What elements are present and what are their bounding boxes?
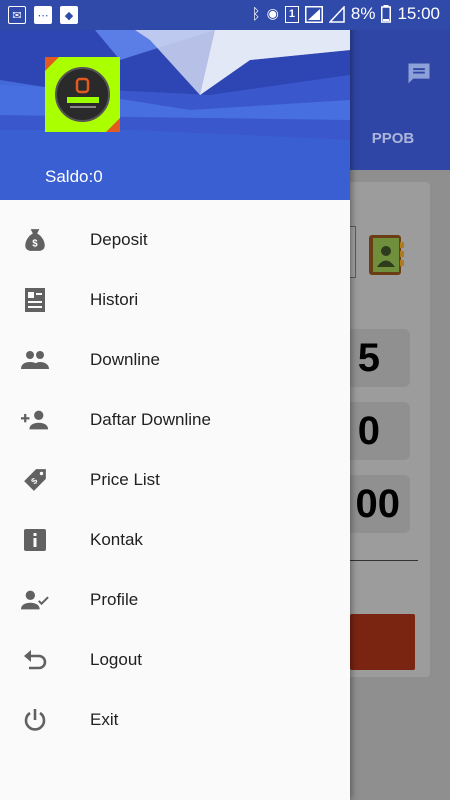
document-icon	[21, 287, 49, 313]
navigation-drawer: Saldo:0 $ Deposit Histori Downline Dafta…	[0, 0, 350, 800]
price-tag-icon: $	[21, 467, 49, 493]
menu-item-kontak[interactable]: Kontak	[0, 510, 350, 570]
menu-label: Kontak	[90, 530, 143, 549]
nominal-option[interactable]: 5	[340, 329, 410, 387]
menu-label: Downline	[90, 350, 160, 369]
menu-label: Profile	[90, 590, 139, 609]
menu-label: Deposit	[90, 230, 148, 249]
menu-item-histori[interactable]: Histori	[0, 270, 350, 330]
battery-level: 8%	[350, 4, 376, 23]
status-bar: ✉ ⋯ ◆ ᛒ ◉ 1 8% 15:00	[0, 0, 450, 30]
battery-icon	[381, 5, 392, 23]
menu-label: Exit	[90, 710, 119, 729]
nominal-option[interactable]: 0	[340, 402, 410, 460]
saldo-balance: Saldo:0	[45, 167, 103, 186]
clock: 15:00	[397, 4, 440, 23]
undo-icon	[21, 647, 49, 673]
drawer-header: Saldo:0	[0, 0, 350, 200]
menu-item-deposit[interactable]: $ Deposit	[0, 210, 350, 270]
divider	[350, 560, 418, 561]
app-bar	[350, 30, 450, 170]
menu-item-logout[interactable]: Logout	[0, 630, 350, 690]
person-check-icon	[21, 587, 49, 613]
app-logo	[45, 57, 120, 132]
contact-book-icon[interactable]	[367, 234, 405, 276]
info-icon	[21, 527, 49, 553]
image-icon: ◆	[60, 6, 78, 24]
chat-bubble-icon: ⋯	[34, 6, 52, 24]
menu-label: Logout	[90, 650, 142, 669]
tab-ppob[interactable]: PPOB	[350, 130, 436, 147]
person-add-icon	[21, 407, 49, 433]
menu-item-price-list[interactable]: $ Price List	[0, 450, 350, 510]
drawer-menu: $ Deposit Histori Downline Daftar Downli…	[0, 210, 350, 750]
nominal-option[interactable]: 00	[340, 475, 410, 533]
power-icon	[21, 707, 49, 733]
buy-button[interactable]	[350, 614, 415, 670]
signal-icon	[304, 5, 323, 23]
wifi-icon: ◉	[266, 6, 279, 22]
menu-item-daftar-downline[interactable]: Daftar Downline	[0, 390, 350, 450]
message-icon[interactable]	[405, 60, 433, 88]
bluetooth-icon: ᛒ	[251, 5, 261, 23]
menu-label: Histori	[90, 290, 139, 309]
people-icon	[21, 347, 49, 373]
money-bag-icon: $	[21, 227, 49, 253]
menu-item-exit[interactable]: Exit	[0, 690, 350, 750]
notification-icon: ✉	[8, 6, 26, 24]
menu-item-downline[interactable]: Downline	[0, 330, 350, 390]
svg-text:$: $	[32, 239, 38, 250]
signal-icon-2	[328, 5, 345, 23]
menu-label: Price List	[90, 470, 160, 489]
menu-label: Daftar Downline	[90, 410, 211, 429]
sim-indicator: 1	[284, 5, 299, 23]
menu-item-profile[interactable]: Profile	[0, 570, 350, 630]
